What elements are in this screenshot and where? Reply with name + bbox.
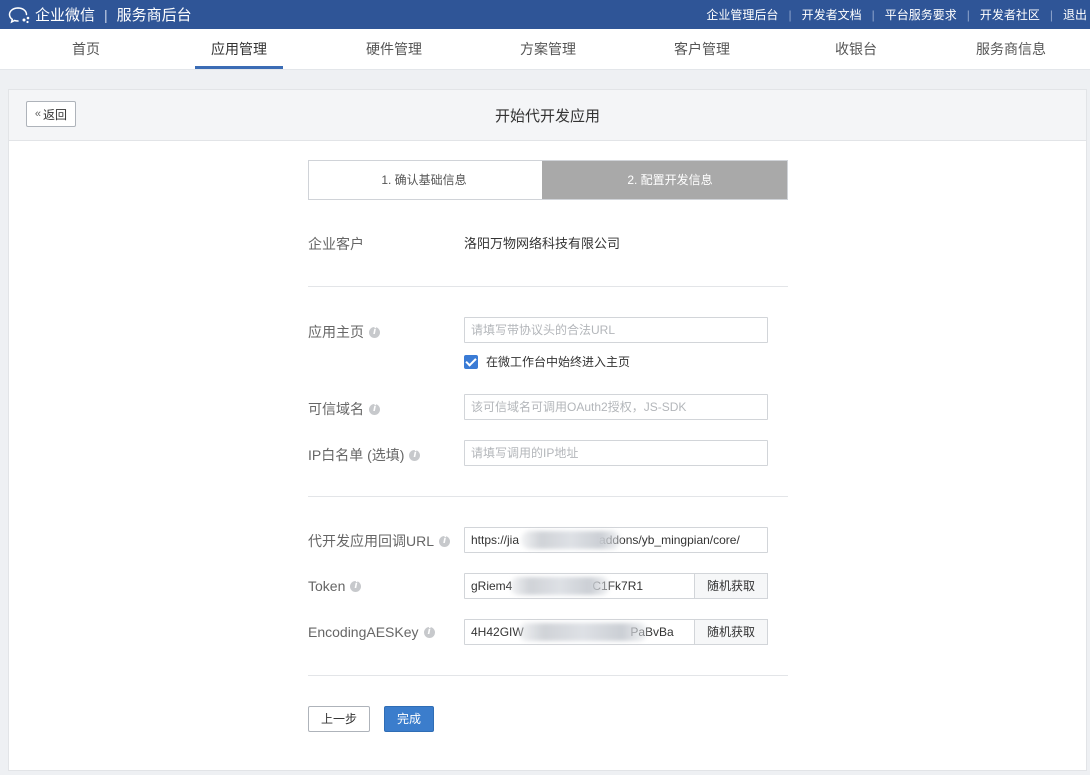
step-indicator: 1. 确认基础信息 2. 配置开发信息 [308,160,788,200]
main-nav: 首页 应用管理 硬件管理 方案管理 客户管理 收银台 服务商信息 [0,29,1090,70]
callback-url-label-text: 代开发应用回调URL [308,533,435,549]
wecom-logo-icon [8,6,30,23]
link-separator: | [871,7,875,22]
redaction-blur [510,577,610,595]
section-divider [308,496,788,497]
homepage-label: 应用主页 i [308,322,380,342]
homepage-label-text: 应用主页 [308,324,364,340]
nav-home[interactable]: 首页 [41,29,131,70]
brand-name: 企业微信 [35,7,96,24]
link-admin-console[interactable]: 企业管理后台 [706,6,778,23]
customer-label-text: 企业客户 [308,236,364,252]
page-title: 开始代开发应用 [494,108,600,125]
info-icon[interactable]: i [369,326,380,338]
trusted-domain-label-text: 可信域名 [308,401,364,417]
link-separator: | [788,7,792,22]
redaction-blur [518,623,648,641]
link-developer-docs[interactable]: 开发者文档 [802,6,862,23]
aes-key-label-text: EncodingAESKey [308,624,419,640]
nav-app-management[interactable]: 应用管理 [194,29,284,70]
redaction-blur [521,531,621,549]
header-links: 企业管理后台 | 开发者文档 | 平台服务要求 | 开发者社区 | 退出 [706,0,1090,29]
customer-value: 洛阳万物网络科技有限公司 [464,236,621,251]
step-configure-dev-info: 2. 配置开发信息 [542,161,787,199]
ip-whitelist-input[interactable] [464,440,768,466]
link-logout[interactable]: 退出 [1063,6,1087,23]
info-icon[interactable]: i [439,535,451,547]
section-divider [308,675,788,676]
done-button[interactable]: 完成 [384,706,434,732]
token-random-button[interactable]: 随机获取 [694,573,768,599]
brand[interactable]: 企业微信 | 服务商后台 [0,0,192,29]
info-icon[interactable]: i [369,403,380,415]
link-platform-requirements[interactable]: 平台服务要求 [885,6,957,23]
previous-step-button[interactable]: 上一步 [308,706,370,732]
info-icon[interactable]: i [409,449,421,461]
nav-hardware-management[interactable]: 硬件管理 [349,29,439,70]
callback-url-label: 代开发应用回调URL i [308,531,451,551]
link-separator: | [1049,7,1053,22]
nav-provider-info[interactable]: 服务商信息 [966,29,1056,70]
token-label-text: Token [308,578,346,594]
homepage-always-enter-checkbox[interactable] [464,354,478,369]
brand-subtitle: 服务商后台 [116,7,192,24]
link-separator: | [966,7,970,22]
nav-cashier[interactable]: 收银台 [811,29,901,70]
homepage-checkbox-label: 在微工作台中始终进入主页 [486,355,631,369]
aes-key-random-button[interactable]: 随机获取 [694,619,768,645]
homepage-url-input[interactable] [464,317,768,343]
info-icon[interactable]: i [350,580,362,592]
homepage-checkbox-row: 在微工作台中始终进入主页 [464,353,630,370]
info-icon[interactable]: i [423,626,435,638]
customer-label: 企业客户 [308,234,364,254]
brand-separator: | [104,6,108,23]
token-label: Token i [308,578,362,594]
ip-whitelist-label: IP白名单 (选填) i [308,445,421,465]
panel-header: « 返回 开始代开发应用 [9,90,1086,141]
aes-key-label: EncodingAESKey i [308,624,435,640]
trusted-domain-label: 可信域名 i [308,399,380,419]
link-developer-community[interactable]: 开发者社区 [980,6,1040,23]
step-confirm-basic-info: 1. 确认基础信息 [381,173,467,187]
trusted-domain-input[interactable] [464,394,768,420]
nav-customer-management[interactable]: 客户管理 [657,29,747,70]
nav-solution-management[interactable]: 方案管理 [503,29,593,70]
top-header: 企业微信 | 服务商后台 企业管理后台 | 开发者文档 | 平台服务要求 | 开… [0,0,1090,29]
section-divider [308,286,788,287]
ip-whitelist-label-text: IP白名单 (选填) [308,447,405,463]
